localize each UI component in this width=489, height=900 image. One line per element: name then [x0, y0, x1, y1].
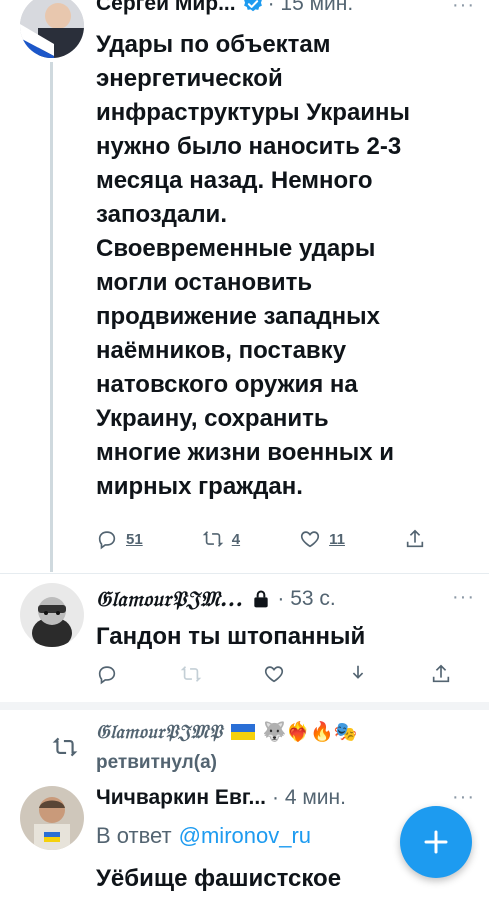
reply-context: В ответ @mironov_ru — [96, 823, 311, 849]
avatar-image — [20, 583, 84, 647]
compose-button[interactable] — [400, 806, 472, 878]
retweet-button[interactable]: 4 — [202, 528, 240, 550]
compose-plus-icon — [424, 830, 448, 854]
download-button[interactable] — [347, 663, 369, 685]
retweet-icon — [202, 531, 223, 547]
tweet1-line: энергетической — [96, 65, 283, 92]
avatar-sergey[interactable] — [20, 0, 84, 58]
tweet1-line: запоздали. — [96, 201, 227, 228]
tweet1-line: наёмников, поставку — [96, 337, 347, 364]
retweet-indicator-icon — [52, 734, 78, 765]
reply-count: 51 — [126, 530, 143, 548]
avatar-chichvarkin[interactable] — [20, 786, 84, 850]
retweet-count: 4 — [231, 530, 241, 548]
ukraine-flag-icon — [230, 723, 255, 740]
tweet3-text: Уёбище фашистское — [96, 865, 342, 892]
share-button[interactable] — [430, 663, 452, 685]
tweet2-more-icon[interactable]: ··· — [452, 586, 475, 609]
tweet1-more-icon[interactable]: ··· — [452, 0, 475, 17]
tweet1-line: нужно было наносить 2-3 — [96, 133, 402, 160]
avatar-image — [20, 786, 84, 850]
tweet2-time: · 53 с. — [277, 587, 336, 610]
reply-prefix: В ответ — [96, 823, 172, 848]
like-button[interactable]: 11 — [299, 528, 345, 550]
lock-icon — [251, 589, 271, 609]
avatar-glamour[interactable] — [20, 583, 84, 647]
tweet1-line: мирных граждан. — [96, 473, 303, 500]
retweeter-emojis: 🐺❤️‍🔥🔥🎭 — [262, 721, 358, 743]
share-icon — [406, 529, 424, 548]
tweet3-time: · 4 мин. — [272, 786, 346, 809]
retweet-header: 𝔊𝔩𝔞𝔪𝔬𝔲𝔯𝔓𝔍𝔐𝔓 🐺❤️‍🔥🔥🎭 — [96, 720, 358, 744]
divider — [0, 573, 489, 574]
tweet2-actions — [96, 663, 452, 685]
retweet-button[interactable] — [180, 663, 202, 685]
tweet2-text: Гандон ты штопанный — [96, 623, 366, 650]
reply-icon — [98, 666, 116, 685]
verified-badge-icon — [242, 0, 264, 15]
retweet-action-label: ретвитнул(а) — [96, 752, 217, 773]
tweet1-line: Своевременные удары — [96, 235, 376, 262]
like-button[interactable] — [263, 663, 285, 685]
tweet1-text: Удары по объектам энергетической инфраст… — [96, 28, 476, 504]
tweet1-header: Сергей Мир... · 15 мин. — [96, 0, 353, 16]
tweet2-header: 𝔊𝔩𝔞𝔪𝔬𝔲𝔯𝔓𝔍𝔐... · 53 с. — [96, 586, 336, 612]
reply-button[interactable] — [96, 663, 118, 685]
tweet1-time: · 15 мин. — [267, 0, 354, 15]
tweet2-author[interactable]: 𝔊𝔩𝔞𝔪𝔬𝔲𝔯𝔓𝔍𝔐... — [96, 586, 243, 612]
tweet1-line: Украину, сохранить — [96, 405, 329, 432]
tweet3-author[interactable]: Чичваркин Евг... — [96, 786, 266, 810]
tweet1-line: месяца назад. Немного — [96, 167, 373, 194]
thread-line — [50, 62, 53, 572]
reply-to-handle[interactable]: @mironov_ru — [179, 823, 311, 849]
reply-button[interactable]: 51 — [96, 528, 143, 550]
tweet1-line: Удары по объектам — [96, 31, 331, 58]
heart-icon — [264, 666, 284, 683]
tweet1-line: могли остановить — [96, 269, 313, 296]
like-count: 11 — [329, 530, 345, 548]
divider — [0, 702, 489, 710]
tweet3-header: Чичваркин Евг... · 4 мин. — [96, 786, 346, 810]
share-button[interactable] — [404, 528, 426, 550]
tweet1-line: натовского оружия на — [96, 371, 358, 398]
tweet3-more-icon[interactable]: ··· — [452, 786, 475, 809]
retweet-icon — [180, 666, 201, 682]
download-icon — [352, 665, 363, 679]
tweet1-line: многие жизни военных и — [96, 439, 394, 466]
tweet1-author[interactable]: Сергей Мир... — [96, 0, 236, 16]
heart-icon — [301, 531, 320, 548]
share-icon — [432, 664, 450, 683]
tweet1-actions: 51 4 11 — [96, 528, 426, 550]
tweet1-line: инфраструктуры Украины — [96, 99, 411, 126]
reply-icon — [98, 531, 116, 550]
retweeter-name[interactable]: 𝔊𝔩𝔞𝔪𝔬𝔲𝔯𝔓𝔍𝔐𝔓 — [96, 721, 223, 743]
avatar-image — [20, 0, 84, 58]
tweet1-line: продвижение западных — [96, 303, 380, 330]
